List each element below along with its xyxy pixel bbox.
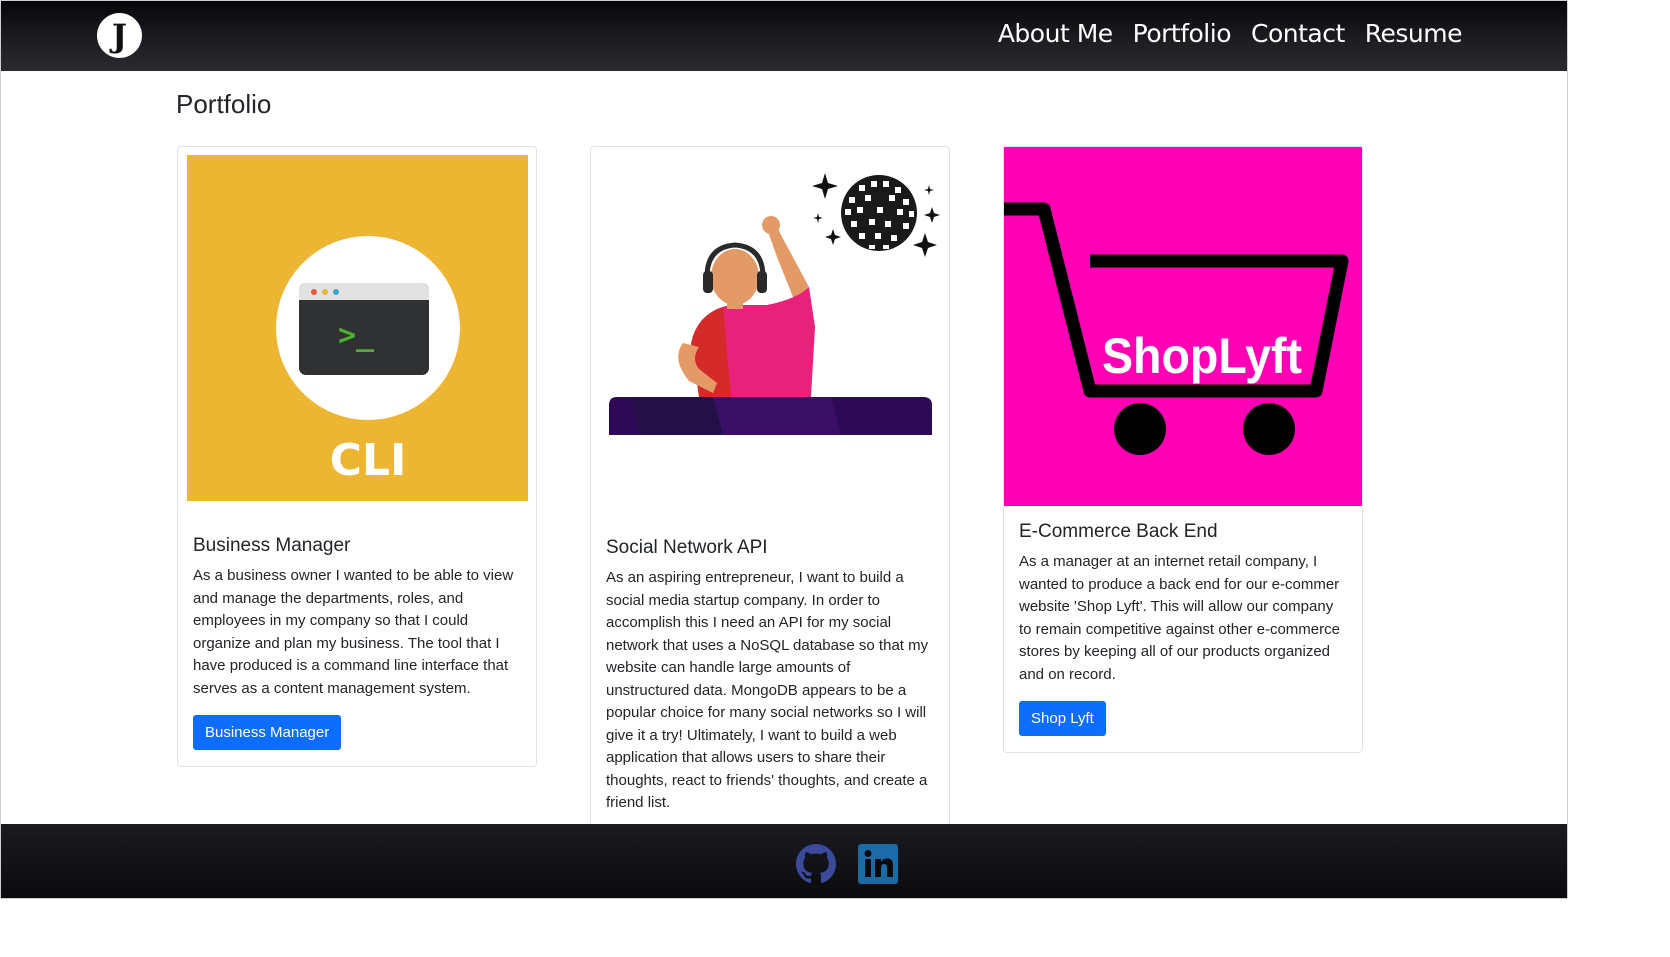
nav-resume[interactable]: Resume [1365,19,1463,48]
github-icon[interactable] [796,844,836,884]
page-title: Portfolio [176,89,272,119]
project-card-social-network-api: Social Network API As an aspiring entrep… [590,146,950,846]
linkedin-icon[interactable] [858,844,898,884]
cli-project-image: >_ CLI [187,155,528,501]
card-description: As a business owner I wanted to be able … [193,567,514,697]
svg-text:>_: >_ [338,318,375,353]
nav-portfolio[interactable]: Portfolio [1133,19,1232,48]
svg-text:CLI: CLI [330,435,407,486]
nav-contact[interactable]: Contact [1251,19,1345,48]
card-description: As a manager at an internet retail compa… [1019,553,1340,683]
j-monogram-logo[interactable]: J [97,13,142,58]
navbar: J About Me Portfolio Contact Resume [1,1,1567,71]
shoplyft-project-image: ShopLyft [1004,147,1362,506]
browser-viewport: J About Me Portfolio Contact Resume Port… [0,0,1568,899]
shop-lyft-button[interactable]: Shop Lyft [1019,701,1106,736]
card-title: Business Manager [193,535,351,556]
project-card-ecommerce-back-end: ShopLyft E-Commerce Back End As a manage… [1003,146,1363,753]
card-description: As an aspiring entrepreneur, I want to b… [606,569,929,811]
project-card-business-manager: >_ CLI Business Manager As a business ow… [177,146,537,767]
card-title: Social Network API [606,537,768,558]
footer [1,824,1567,898]
nav-about-me[interactable]: About Me [998,19,1113,48]
card-title: E-Commerce Back End [1019,521,1218,542]
svg-text:ShopLyft: ShopLyft [1102,328,1302,384]
nav-links: About Me Portfolio Contact Resume [998,19,1463,48]
dj-illustration-image [609,173,940,435]
business-manager-button[interactable]: Business Manager [193,715,342,750]
